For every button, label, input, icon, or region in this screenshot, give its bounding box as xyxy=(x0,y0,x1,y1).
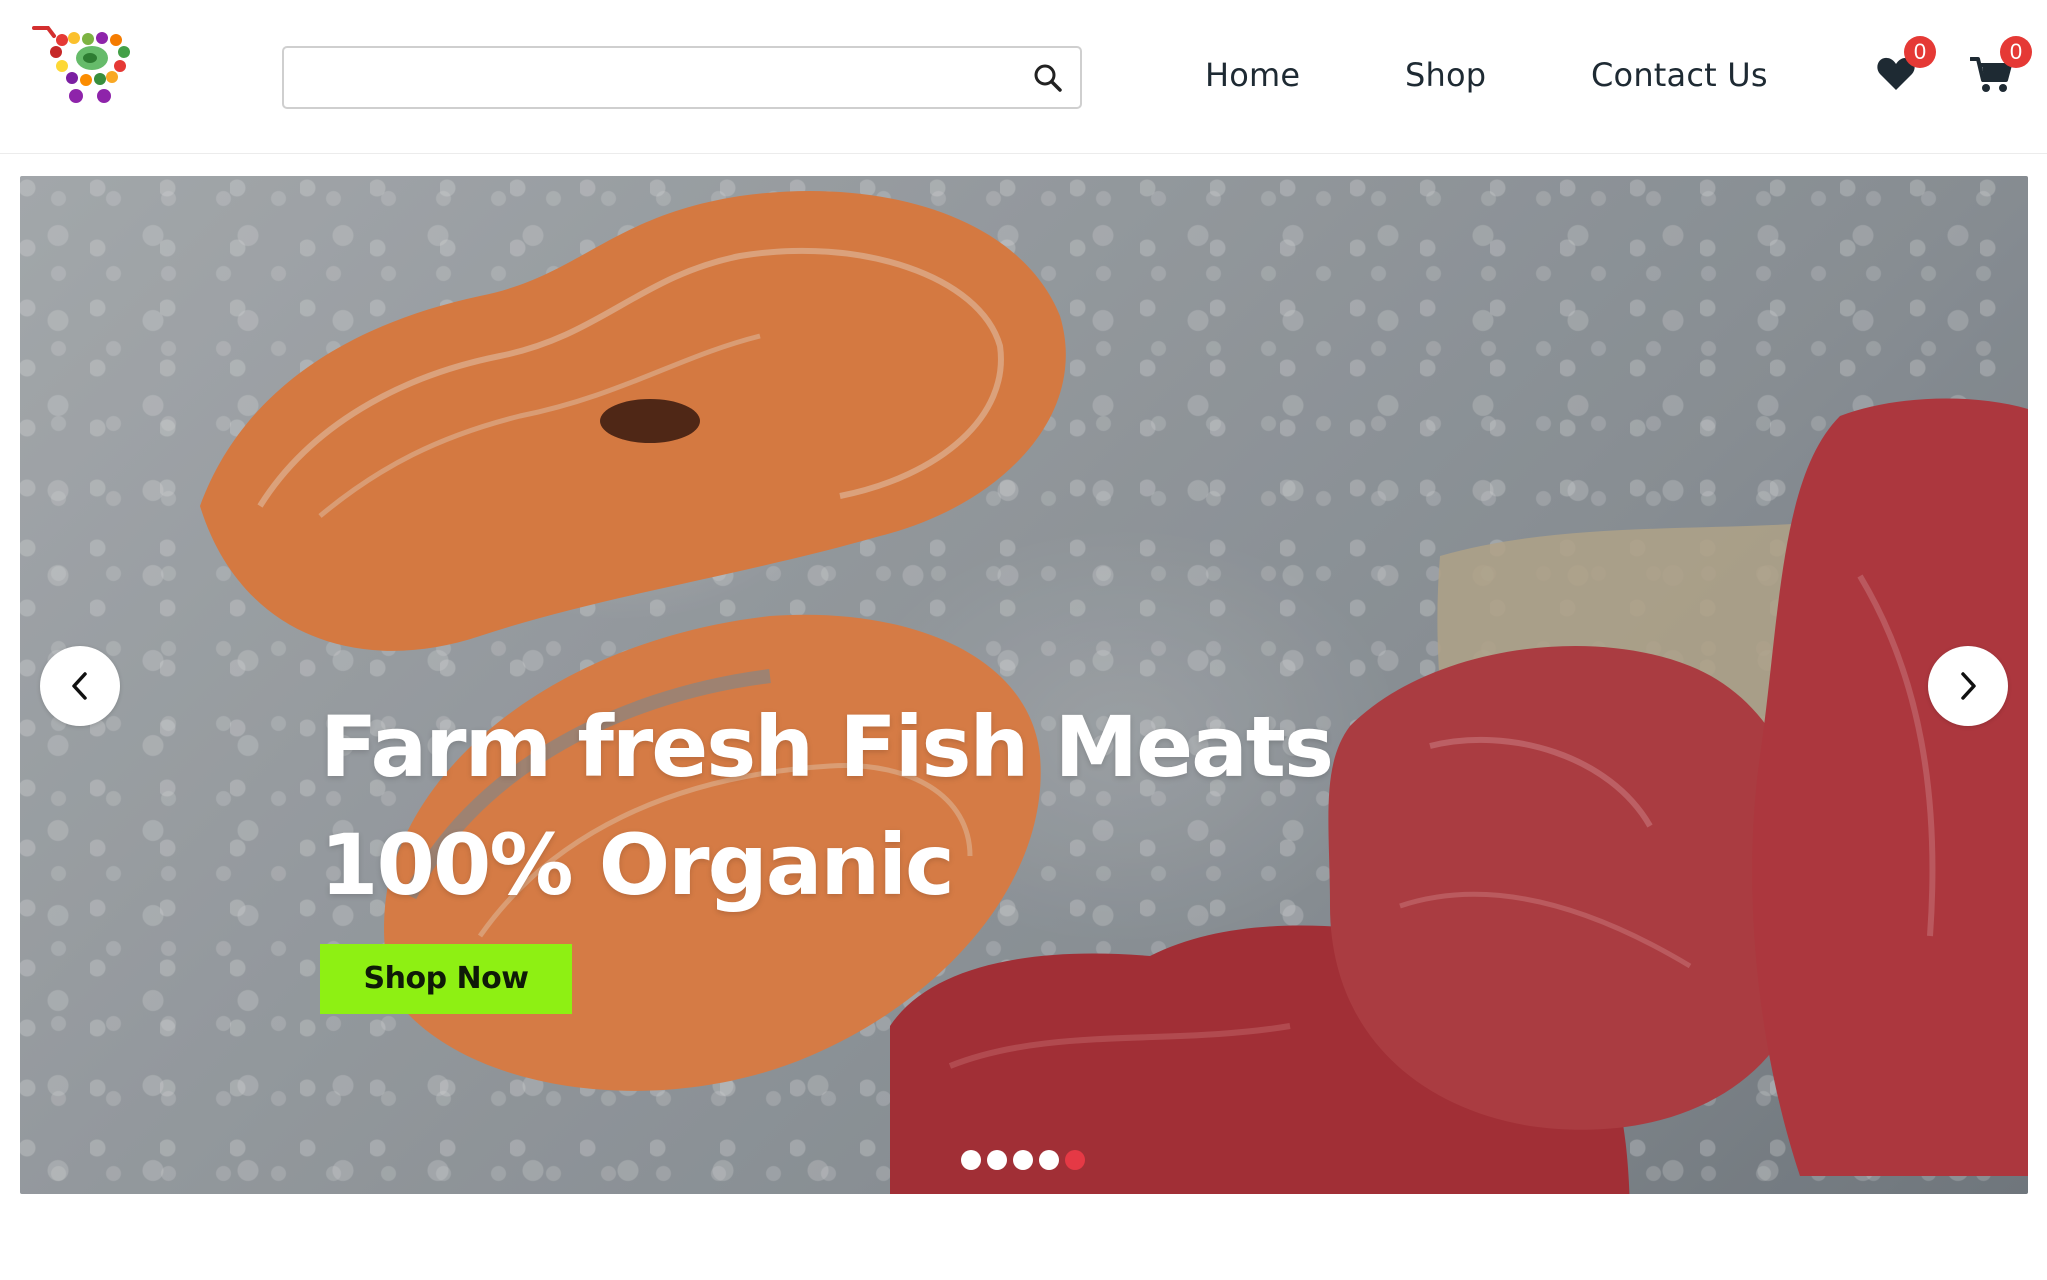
search-button[interactable] xyxy=(1030,60,1066,96)
slider-prev-button[interactable] xyxy=(40,646,120,726)
slider-dot[interactable] xyxy=(1039,1150,1059,1170)
search-icon xyxy=(1034,64,1062,92)
slider-dot[interactable] xyxy=(1065,1150,1085,1170)
search-bar xyxy=(282,46,1082,109)
slider-dot[interactable] xyxy=(987,1150,1007,1170)
hero-title-line-1: Farm fresh Fish Meats xyxy=(320,698,1334,796)
chevron-left-icon xyxy=(72,672,87,700)
hero-headline: Farm fresh Fish Meats 100% Organic xyxy=(320,688,1334,924)
fruit-cart-logo[interactable] xyxy=(32,22,134,106)
nav-shop[interactable]: Shop xyxy=(1405,56,1486,94)
nav-contact-us[interactable]: Contact Us xyxy=(1591,56,1768,94)
nav-home[interactable]: Home xyxy=(1205,56,1300,94)
slider-dot[interactable] xyxy=(1013,1150,1033,1170)
shop-now-button[interactable]: Shop Now xyxy=(320,944,572,1014)
hero-slider: Farm fresh Fish Meats 100% Organic Shop … xyxy=(20,176,2028,1194)
slider-dot[interactable] xyxy=(961,1150,981,1170)
search-input[interactable] xyxy=(296,56,996,100)
chevron-right-icon xyxy=(1961,672,1976,700)
cart-count-badge: 0 xyxy=(2000,36,2032,68)
wishlist-count-badge: 0 xyxy=(1904,36,1936,68)
hero-overlay xyxy=(20,176,2028,1194)
site-header: Home Shop Contact Us 0 0 xyxy=(0,0,2047,154)
slider-next-button[interactable] xyxy=(1928,646,2008,726)
slider-pagination xyxy=(961,1150,1085,1172)
hero-title-line-2: 100% Organic xyxy=(320,816,955,914)
